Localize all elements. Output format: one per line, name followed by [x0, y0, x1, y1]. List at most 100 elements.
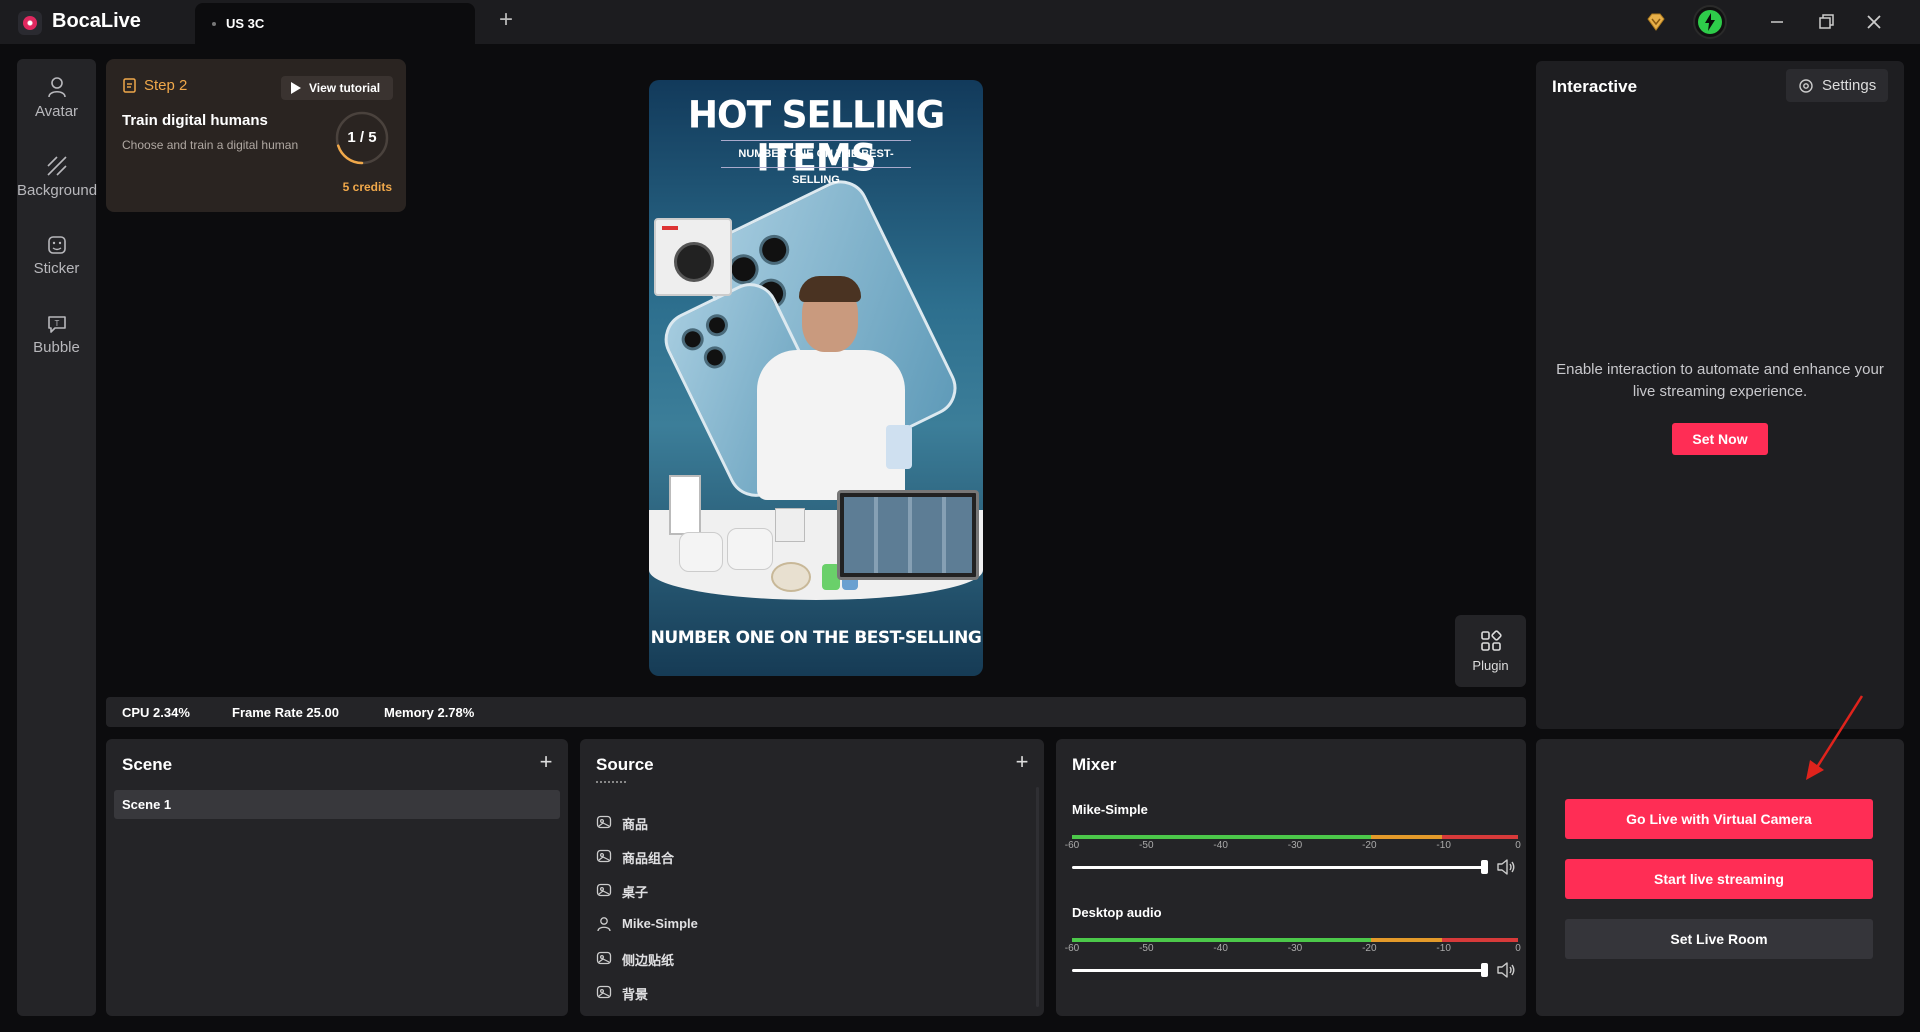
- tutorial-label: View tutorial: [309, 81, 381, 95]
- bubble-icon: T: [47, 316, 66, 333]
- lightning-icon: [1698, 10, 1722, 34]
- speaker-icon[interactable]: [1496, 858, 1516, 876]
- mixer-channel-name: Mike-Simple: [1072, 802, 1148, 817]
- meter-tick-label: -50: [1139, 840, 1154, 851]
- step-description: Choose and train a digital human: [122, 138, 299, 152]
- source-item[interactable]: Mike-Simple: [596, 916, 1016, 934]
- source-title: Source: [596, 755, 654, 774]
- volume-slider[interactable]: [1072, 969, 1484, 972]
- mixer-panel: Mixer Mike-Simple -60 -50 -40 -30 -20 -10 0 Desk…: [1056, 739, 1526, 1016]
- minimize-icon[interactable]: [1763, 8, 1791, 36]
- onboarding-step-card: Step 2 View tutorial Train digital human…: [106, 59, 406, 212]
- start-live-streaming-button[interactable]: Start live streaming: [1565, 859, 1873, 899]
- product-thumbnail: [654, 218, 732, 296]
- speaker-icon[interactable]: [1496, 961, 1516, 979]
- tab-status-dot: [212, 22, 216, 26]
- source-item-label: 侧边贴纸: [622, 953, 675, 968]
- meter-tick-label: -10: [1436, 840, 1451, 851]
- digital-human-body: [757, 350, 905, 500]
- background-icon: [46, 156, 67, 176]
- vip-diamond-icon[interactable]: [1645, 11, 1667, 33]
- tab-label: US 3C: [226, 16, 265, 31]
- volume-slider-handle[interactable]: [1481, 860, 1488, 874]
- annotation-arrow-icon: [1806, 695, 1864, 780]
- clipboard-icon: [123, 78, 136, 93]
- digital-human-hair: [799, 276, 861, 302]
- cpu-stat: CPU 2.34%: [122, 705, 190, 720]
- meter-tick-label: -60: [1064, 943, 1080, 954]
- meter-tick-label: -20: [1362, 943, 1377, 954]
- meter-tick-label: -50: [1139, 943, 1154, 954]
- source-item[interactable]: 侧边贴纸: [596, 950, 1016, 968]
- meter-tick-label: -30: [1287, 943, 1303, 954]
- step-title: Train digital humans: [122, 112, 268, 129]
- mixer-channel-name: Desktop audio: [1072, 905, 1162, 920]
- scene-panel: Scene + Scene 1: [106, 739, 568, 1016]
- meter-scale: -60 -50 -40 -30 -20 -10 0: [1065, 943, 1521, 957]
- avatar-icon: [47, 77, 66, 98]
- go-live-virtual-camera-button[interactable]: Go Live with Virtual Camera: [1565, 799, 1873, 839]
- meter-tick-label: -40: [1213, 943, 1228, 954]
- rail-label-bubble: Bubble: [33, 339, 80, 356]
- credits-label: 5 credits: [342, 180, 392, 194]
- source-item-label: 背景: [622, 987, 649, 1002]
- audio-level-meter: [1072, 938, 1518, 942]
- meter-tick-label: -40: [1213, 840, 1228, 851]
- close-icon[interactable]: [1860, 8, 1888, 36]
- title-bar: BocaLive US 3C +: [0, 0, 1920, 44]
- source-scrollbar[interactable]: [1036, 787, 1039, 1007]
- app-logo: [18, 11, 42, 35]
- view-tutorial-button[interactable]: View tutorial: [281, 76, 393, 100]
- source-item-label: 商品: [622, 817, 649, 832]
- set-live-room-button[interactable]: Set Live Room: [1565, 919, 1873, 959]
- mixer-title: Mixer: [1072, 755, 1117, 774]
- source-item[interactable]: 背景: [596, 984, 1016, 1002]
- tab-us-3c[interactable]: US 3C: [195, 3, 475, 44]
- progress-text: 1 / 5: [347, 129, 377, 146]
- preview-footer-text: NUMBER ONE ON THE BEST-SELLING: [650, 628, 982, 648]
- interactive-description: Enable interaction to automate and enhan…: [1556, 361, 1884, 400]
- source-item[interactable]: 商品组合: [596, 848, 1016, 866]
- left-toolbar: Avatar Background Sticker T Bubble: [17, 59, 97, 1016]
- add-source-button[interactable]: +: [1012, 749, 1032, 775]
- source-panel: Source + 商品商品组合桌子 Mike-Simple 侧边贴纸背景: [580, 739, 1044, 1016]
- memory-stat: Memory 2.78%: [384, 705, 475, 720]
- rail-label-sticker: Sticker: [33, 260, 80, 277]
- plugin-icon: [1480, 630, 1502, 651]
- add-tab-button[interactable]: +: [496, 8, 516, 32]
- live-preview-canvas[interactable]: HOT SELLING ITEMS NUMBER ONE ON THE BEST…: [649, 80, 983, 676]
- rail-item-avatar[interactable]: Avatar: [17, 75, 96, 120]
- source-item[interactable]: 商品: [596, 814, 1016, 832]
- volume-slider-handle[interactable]: [1481, 963, 1488, 977]
- meter-tick-label: -20: [1362, 840, 1377, 851]
- scene-item[interactable]: Scene 1: [114, 790, 560, 819]
- audio-level-meter: [1072, 835, 1518, 839]
- gear-icon: [1799, 79, 1813, 93]
- scene-title: Scene: [122, 755, 173, 774]
- restore-icon[interactable]: [1812, 8, 1840, 36]
- meter-tick-label: 0: [1515, 943, 1521, 954]
- rail-label-avatar: Avatar: [34, 103, 79, 120]
- source-item[interactable]: 桌子: [596, 882, 1016, 900]
- svg-text:T: T: [54, 319, 59, 328]
- set-now-button[interactable]: Set Now: [1672, 423, 1768, 455]
- rail-item-background[interactable]: Background: [17, 154, 97, 199]
- sticker-icon: [47, 236, 66, 254]
- rail-item-sticker[interactable]: Sticker: [17, 234, 96, 277]
- play-icon: [291, 82, 301, 94]
- meter-scale: -60 -50 -40 -30 -20 -10 0: [1065, 840, 1521, 854]
- source-item-label: 商品组合: [622, 851, 675, 866]
- interactive-title: Interactive: [1552, 77, 1638, 96]
- settings-label: Settings: [1822, 77, 1877, 94]
- app-name: BocaLive: [52, 10, 141, 32]
- interactive-panel: Interactive Settings Enable interaction …: [1536, 61, 1904, 729]
- add-scene-button[interactable]: +: [536, 749, 556, 775]
- preview-subheadline: NUMBER ONE ON THE BEST-SELLING: [721, 140, 911, 186]
- meter-tick-label: -60: [1064, 840, 1080, 851]
- user-avatar[interactable]: [1693, 5, 1727, 39]
- source-item-label: 桌子: [622, 885, 649, 900]
- volume-slider[interactable]: [1072, 866, 1484, 869]
- rail-item-bubble[interactable]: T Bubble: [17, 313, 96, 356]
- interactive-settings-button[interactable]: Settings: [1786, 69, 1888, 102]
- plugin-button[interactable]: Plugin: [1455, 615, 1526, 687]
